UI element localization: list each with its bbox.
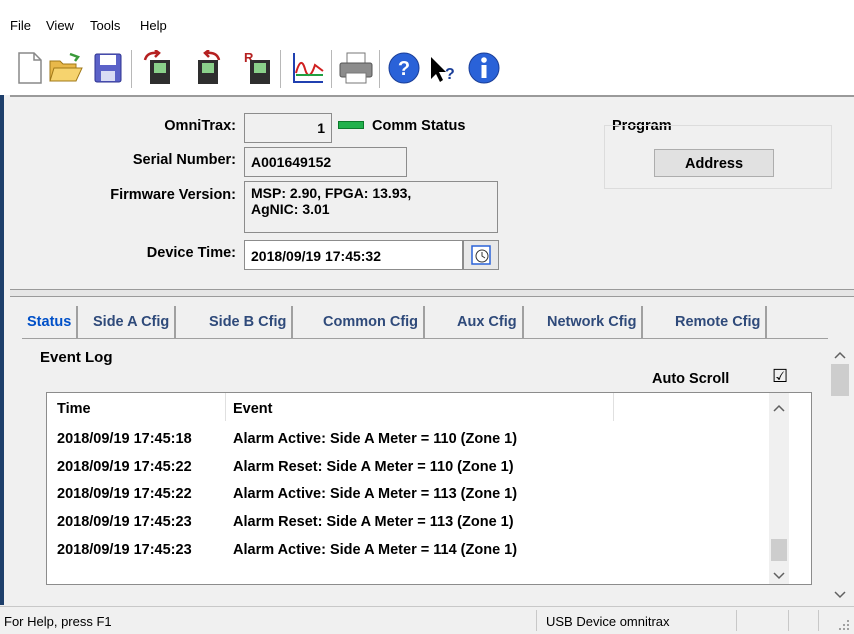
tab-side-a-cfig[interactable]: Side A Cfig	[88, 306, 177, 338]
event-text: Alarm Active: Side A Meter = 110 (Zone 1…	[233, 431, 518, 447]
tab-network-cfig[interactable]: Network Cfig	[542, 306, 644, 338]
context-help-icon[interactable]: ?	[424, 50, 460, 86]
column-divider	[613, 393, 614, 421]
event-text: Alarm Active: Side A Meter = 114 (Zone 1…	[233, 542, 518, 558]
open-folder-icon[interactable]	[48, 50, 84, 86]
toolbar-separator	[131, 50, 132, 88]
status-divider	[788, 610, 790, 631]
reset-device-icon[interactable]: R	[240, 50, 276, 86]
toolbar-separator	[331, 50, 332, 88]
menu-bar: File View Tools Help	[0, 0, 854, 40]
device-connection-text: USB Device omnitrax	[546, 614, 670, 629]
chevron-down-icon[interactable]	[773, 567, 785, 585]
event-time: 2018/09/19 17:45:23	[57, 542, 192, 558]
event-text: Alarm Reset: Side A Meter = 110 (Zone 1)	[233, 459, 514, 475]
event-time: 2018/09/19 17:45:22	[57, 459, 192, 475]
menu-view[interactable]: View	[46, 18, 74, 33]
status-divider	[818, 610, 820, 631]
omnitrax-field[interactable]: 1	[244, 113, 332, 143]
svg-text:?: ?	[445, 66, 455, 83]
event-time: 2018/09/19 17:45:23	[57, 514, 192, 530]
read-device-icon[interactable]	[140, 50, 176, 86]
device-time-field[interactable]: 2018/09/19 17:45:32	[244, 240, 463, 270]
firmware-line-2: AgNIC: 3.01	[251, 201, 330, 217]
event-time: 2018/09/19 17:45:18	[57, 431, 192, 447]
chart-icon[interactable]	[290, 50, 326, 86]
address-button[interactable]: Address	[654, 149, 774, 177]
event-text: Alarm Reset: Side A Meter = 113 (Zone 1)	[233, 514, 514, 530]
svg-text:?: ?	[398, 58, 410, 80]
device-time-label: Device Time:	[146, 245, 236, 261]
comm-status-label: Comm Status	[372, 118, 466, 134]
chevron-up-icon[interactable]	[773, 399, 785, 417]
chevron-down-icon[interactable]	[834, 586, 846, 604]
tab-remote-cfig[interactable]: Remote Cfig	[670, 306, 768, 338]
toolbar-separator	[379, 50, 380, 88]
scrollbar-thumb[interactable]	[771, 539, 787, 561]
tab-status[interactable]: Status	[22, 306, 79, 338]
scrollbar-thumb[interactable]	[831, 364, 849, 396]
status-divider	[536, 610, 538, 631]
splitter[interactable]	[10, 289, 854, 297]
status-divider	[736, 610, 738, 631]
new-file-icon[interactable]	[12, 50, 48, 86]
firmware-version-field[interactable]: MSP: 2.90, FPGA: 13.93, AgNIC: 3.01	[244, 181, 498, 233]
firmware-line-1: MSP: 2.90, FPGA: 13.93,	[251, 185, 412, 201]
status-bar: For Help, press F1 USB Device omnitrax	[0, 606, 854, 634]
tab-aux-cfig[interactable]: Aux Cfig	[452, 306, 524, 338]
device-info-panel: OmniTrax: 1 Comm Status Serial Number: A…	[10, 95, 854, 289]
comm-status-led	[338, 121, 364, 129]
event-log-title: Event Log	[40, 349, 113, 366]
help-icon[interactable]: ?	[386, 50, 422, 86]
toolbar: R ? ?	[0, 40, 854, 95]
auto-scroll-checkbox[interactable]: ☑	[772, 366, 788, 387]
toolbar-separator	[280, 50, 281, 88]
column-header-event[interactable]: Event	[233, 401, 273, 417]
event-text: Alarm Active: Side A Meter = 113 (Zone 1…	[233, 486, 518, 502]
window-edge	[0, 95, 4, 605]
auto-scroll-label: Auto Scroll	[652, 371, 730, 387]
column-header-time[interactable]: Time	[57, 401, 91, 417]
omnitrax-label: OmniTrax:	[164, 118, 236, 134]
menu-file[interactable]: File	[10, 18, 31, 33]
firmware-version-label: Firmware Version:	[110, 187, 236, 203]
help-hint-text: For Help, press F1	[4, 614, 112, 629]
print-icon[interactable]	[338, 50, 374, 86]
event-time: 2018/09/19 17:45:22	[57, 486, 192, 502]
clock-button[interactable]	[463, 240, 499, 270]
column-divider	[225, 393, 226, 421]
chevron-up-icon[interactable]	[834, 346, 846, 364]
event-log-scrollbar[interactable]	[769, 393, 789, 584]
about-icon[interactable]	[466, 50, 502, 86]
write-device-icon[interactable]	[188, 50, 224, 86]
menu-tools[interactable]: Tools	[90, 18, 120, 33]
event-log-list: Time Event 2018/09/19 17:45:18 Alarm Act…	[46, 392, 812, 585]
clock-icon	[471, 245, 491, 265]
resize-grip-icon[interactable]	[838, 619, 850, 631]
tab-side-b-cfig[interactable]: Side B Cfig	[204, 306, 294, 338]
menu-help[interactable]: Help	[140, 18, 167, 33]
serial-number-label: Serial Number:	[132, 152, 236, 168]
save-icon[interactable]	[90, 50, 126, 86]
serial-number-field[interactable]: A001649152	[244, 147, 407, 177]
panel-scrollbar[interactable]	[828, 340, 852, 602]
tab-common-cfig[interactable]: Common Cfig	[318, 306, 426, 338]
